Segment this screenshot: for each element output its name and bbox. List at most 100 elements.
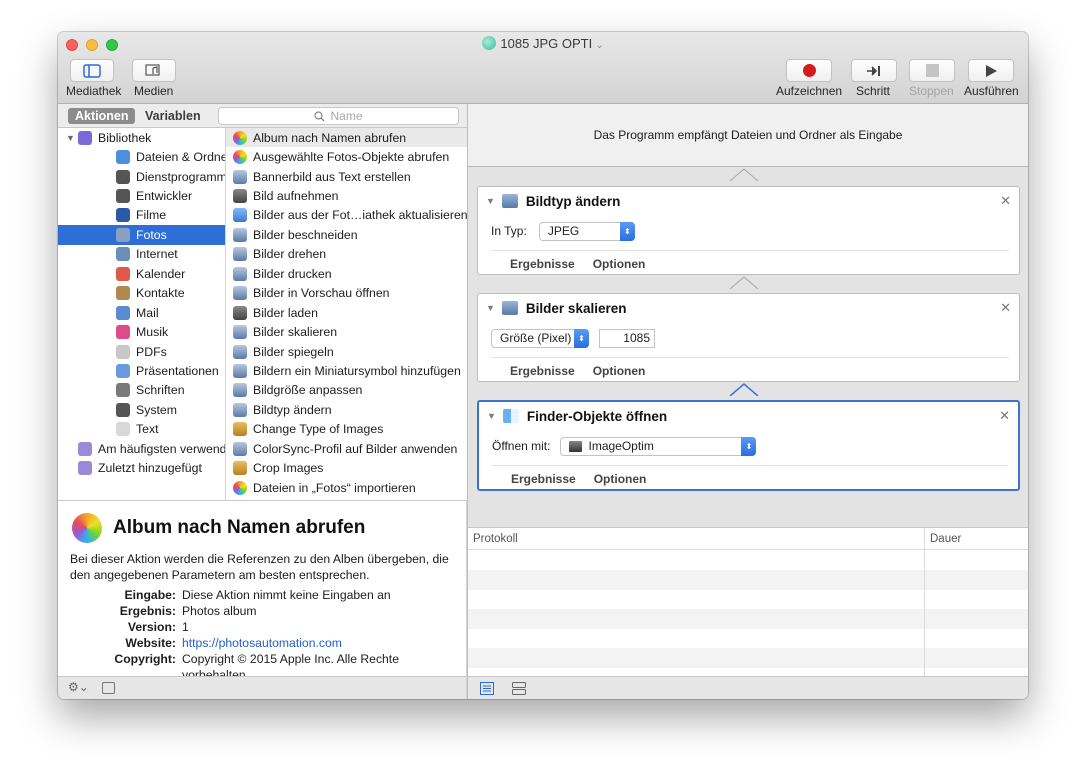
category-item[interactable]: Text [58,420,225,439]
action-item[interactable]: ColorSync-Profil auf Bilder anwenden [226,439,467,458]
image-type-popup[interactable]: JPEG ⬍ [538,221,635,241]
run-button[interactable] [968,59,1014,82]
music-icon [116,325,130,340]
category-label: Kontakte [136,286,185,301]
action-label: Bilder drucken [253,266,332,281]
calendar-icon [116,266,130,281]
window-title[interactable]: 1085 JPG OPTI ⌄ [58,36,1028,51]
action-item[interactable]: Bilder drehen [226,245,467,264]
list-view-icon[interactable] [480,682,494,695]
workflow-action-finder-open[interactable]: ▼ Finder-Objekte öffnen ✕ Öffnen mit: Im… [477,400,1020,491]
action-item[interactable]: Bilder beschneiden [226,225,467,244]
description-field: Website: https://photosautomation.com [70,635,465,651]
size-pixel-field[interactable]: 1085 [599,328,655,348]
close-icon[interactable]: ✕ [1000,193,1011,209]
category-item[interactable]: System [58,400,225,419]
results-tab[interactable]: Ergebnisse [510,364,575,378]
disclosure-triangle-icon[interactable]: ▼ [66,133,75,143]
description-text: Bei dieser Aktion werden die Referenzen … [70,552,449,582]
website-link[interactable]: https://photosautomation.com [182,635,465,651]
action-label: Ausgewählte Fotos-Objekte abrufen [253,150,450,165]
workflow-action-skalieren[interactable]: ▼ Bilder skalieren ✕ Größe (Pixel) ⬍ 108… [477,293,1020,382]
action-item[interactable]: Bilder in Vorschau öffnen [226,284,467,303]
collapse-triangle-icon[interactable]: ▼ [486,196,495,206]
scale-mode-popup[interactable]: Größe (Pixel) ⬍ [491,328,589,348]
category-item[interactable]: Am häufigsten verwendet [58,439,225,458]
step-icon [867,65,880,76]
category-item[interactable]: Filme [58,206,225,225]
record-button[interactable] [786,59,832,82]
media-button[interactable] [132,59,176,82]
action-item[interactable]: Bildtyp ändern [226,400,467,419]
action-item[interactable]: Bilder aus der Fot…iathek aktualisieren [226,206,467,225]
category-item[interactable]: Schriften [58,381,225,400]
action-item[interactable]: Ausgewählte Fotos-Objekte abrufen [226,147,467,166]
log-column-dauer[interactable]: Dauer [930,533,961,545]
options-tab[interactable]: Optionen [593,364,646,378]
popup-arrows-icon: ⬍ [574,328,589,348]
category-item[interactable]: Musik [58,322,225,341]
options-tab[interactable]: Optionen [594,472,647,486]
action-item[interactable]: Bilder skalieren [226,322,467,341]
close-icon[interactable]: ✕ [1000,300,1011,316]
category-item[interactable]: Entwickler [58,186,225,205]
action-label: Bilder in Vorschau öffnen [253,286,390,301]
category-label: System [136,402,177,417]
chevron-down-icon: ⌄ [595,40,604,51]
results-tab[interactable]: Ergebnisse [510,257,575,271]
action-item[interactable]: Bilder laden [226,303,467,322]
finder-icon [116,150,130,165]
category-item[interactable]: Präsentationen [58,361,225,380]
field-value: Copyright © 2015 Apple Inc. Alle Rechte … [182,652,399,676]
tab-actions[interactable]: Aktionen [68,108,136,124]
search-input[interactable]: Name [218,107,459,125]
split-view-icon[interactable] [512,682,526,695]
library-toggle-button[interactable] [70,59,114,82]
image-icon [233,441,247,456]
results-tab[interactable]: Ergebnisse [511,472,576,486]
description-field: Eingabe: Diese Aktion nimmt keine Eingabe… [70,587,465,603]
stop-button[interactable] [909,59,955,82]
collapse-triangle-icon[interactable]: ▼ [487,411,496,421]
workflow-action-bildtyp[interactable]: ▼ Bildtyp ändern ✕ In Typ: JPEG ⬍ Ergebn… [477,186,1020,275]
action-item[interactable]: Dateien in „Fotos“ importieren [226,478,467,497]
options-tab[interactable]: Optionen [593,257,646,271]
category-item[interactable]: Dateien & Ordner [58,147,225,166]
action-item[interactable]: Bild aufnehmen [226,186,467,205]
tab-variables[interactable]: Variablen [138,108,208,124]
description-toggle-icon[interactable] [102,682,115,694]
category-item[interactable]: Mail [58,303,225,322]
category-item[interactable]: Dienstprogramme [58,167,225,186]
category-item[interactable]: Internet [58,245,225,264]
close-icon[interactable]: ✕ [999,408,1010,424]
action-item[interactable]: Bannerbild aus Text erstellen [226,167,467,186]
open-with-popup[interactable]: ImageOptim ⬍ [560,436,757,456]
window-title-text: 1085 JPG OPTI [500,36,593,51]
automator-icon [233,422,247,437]
camera-icon [233,305,247,320]
image-icon [233,286,247,301]
action-label: Bilder skalieren [253,325,338,340]
action-item[interactable]: Crop Images [226,458,467,477]
action-item[interactable]: Bilder spiegeln [226,342,467,361]
category-list: ▼ Bibliothek Dateien & Ordner Dienstprogram… [58,128,226,500]
action-item[interactable]: Bilder drucken [226,264,467,283]
image-icon [233,363,247,378]
category-item[interactable]: Kalender [58,264,225,283]
action-item[interactable]: Album nach Namen abrufen [226,128,467,148]
category-item[interactable]: Fotos [58,225,225,245]
category-item[interactable]: ▼ Bibliothek [58,128,225,147]
action-item[interactable]: Bildern ein Miniatursymbol hinzufügen [226,361,467,380]
media-label: Medien [134,84,174,98]
category-item[interactable]: PDFs [58,342,225,361]
action-item[interactable]: Change Type of Images [226,420,467,439]
log-column-protokoll[interactable]: Protokoll [473,533,518,545]
step-button[interactable] [851,59,897,82]
category-item[interactable]: Zuletzt hinzugefügt [58,458,225,477]
action-item[interactable]: Bildgröße anpassen [226,381,467,400]
popup-value: Größe (Pixel) [500,331,572,345]
category-item[interactable]: Kontakte [58,284,225,303]
collapse-triangle-icon[interactable]: ▼ [486,303,495,313]
category-label: Bibliothek [98,130,152,145]
gear-icon[interactable]: ⚙⌄ [68,680,89,694]
